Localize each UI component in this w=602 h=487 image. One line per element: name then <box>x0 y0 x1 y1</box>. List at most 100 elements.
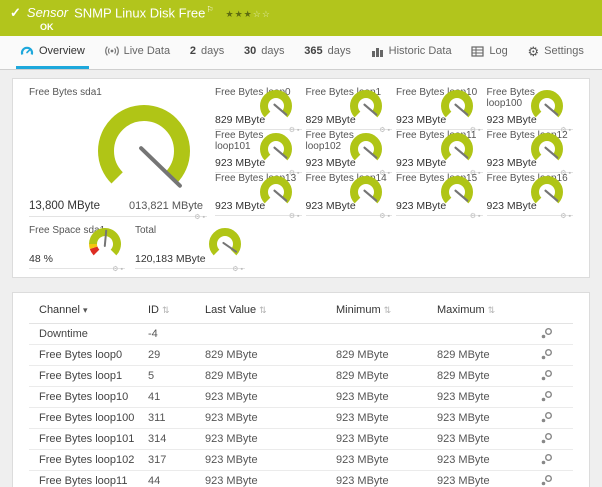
tile-gear-icon[interactable]: ⚙ <box>470 213 478 220</box>
priority-stars[interactable]: ★★★☆☆ <box>226 9 271 20</box>
gauge-tile-value: 923 MByte <box>305 200 356 212</box>
cell-minimum: 923 MByte <box>332 386 433 408</box>
table-row-loop101: Free Bytes loop101 314 923 MByte 923 MBy… <box>29 428 573 450</box>
tab-number: 2 <box>189 45 196 57</box>
tile-pin-icon[interactable]: ▪ <box>569 213 573 220</box>
channels-card: Channel ▾ ID ⇅ Last Value ⇅ Minimum ⇅ Maximu… <box>12 292 590 487</box>
tile-footer-icons: ⚙▪ <box>194 213 207 221</box>
gauge-tile-value: 923 MByte <box>215 200 266 212</box>
tab-label: Live Data <box>123 45 171 57</box>
table-row-loop0: Free Bytes loop0 29 829 MByte 829 MByte … <box>29 344 573 366</box>
column-header-minimum[interactable]: Minimum ⇅ <box>332 297 433 324</box>
cell-channel: Free Bytes loop0 <box>29 344 144 366</box>
column-header-last-value[interactable]: Last Value ⇅ <box>201 297 332 324</box>
gauge-tile-value: 923 MByte <box>215 157 266 169</box>
stars-filled-icon[interactable]: ★★★ <box>226 9 253 19</box>
gauge-tile-value: 829 MByte <box>215 114 266 126</box>
log-table-icon <box>471 45 484 57</box>
channel-settings-icon[interactable] <box>540 474 553 487</box>
cell-minimum <box>332 323 433 345</box>
channel-settings-icon[interactable] <box>540 453 553 466</box>
sort-icon: ⇅ <box>162 304 170 315</box>
channel-settings-icon[interactable] <box>540 348 553 361</box>
tab-log[interactable]: Log <box>467 36 511 69</box>
gauge-tile-loop15: Free Bytes loop15 923 MByte ⚙▪ <box>396 173 483 220</box>
tile-gear-icon[interactable]: ⚙ <box>379 213 387 220</box>
tile-pin-icon[interactable]: ▪ <box>297 213 301 220</box>
tile-pin-icon[interactable]: ▪ <box>241 266 245 273</box>
cell-maximum: 829 MByte <box>433 344 536 366</box>
gauge-tile-value: 48 % <box>29 253 53 265</box>
gauge-tile-loop11: Free Bytes loop11 923 MByte ⚙▪ <box>396 130 483 177</box>
gauge-tile-value: 13,800 MByte <box>29 200 100 212</box>
channel-settings-icon[interactable] <box>540 327 553 340</box>
tile-gear-icon[interactable]: ⚙ <box>112 266 120 273</box>
tile-gear-icon[interactable]: ⚙ <box>194 214 202 221</box>
channel-settings-icon[interactable] <box>540 411 553 424</box>
tab-number: 30 <box>244 45 257 57</box>
tab-live-data[interactable]: Live Data <box>101 36 174 69</box>
gauge-tile-loop0: Free Bytes loop0 829 MByte ⚙▪ <box>215 87 302 134</box>
tile-footer-icons: ⚙▪ <box>379 212 392 220</box>
object-kind-label: Sensor <box>26 5 69 21</box>
table-row-downtime: Downtime -4 <box>29 323 573 345</box>
channel-settings-icon[interactable] <box>540 369 553 382</box>
tab-historic-data[interactable]: Historic Data <box>367 36 456 69</box>
mini-gauge-grid: Free Bytes loop0 829 MByte ⚙▪ Free Bytes… <box>215 87 573 220</box>
tile-pin-icon[interactable]: ▪ <box>203 214 207 221</box>
tab-settings[interactable]: ⚙ Settings <box>524 36 588 69</box>
gauge-tile-value: 923 MByte <box>305 157 356 169</box>
tile-footer-icons: ⚙▪ <box>470 212 483 220</box>
tile-footer-icons: ⚙▪ <box>112 265 125 273</box>
gauges-top-row: Free Bytes sda1 13,800 MByte 0 13,821 MB… <box>29 87 573 221</box>
sort-desc-icon: ▾ <box>82 304 88 315</box>
tile-gear-icon[interactable]: ⚙ <box>232 266 240 273</box>
cell-last-value: 923 MByte <box>201 449 332 471</box>
tab-label: Overview <box>39 45 85 57</box>
cell-maximum: 923 MByte <box>433 428 536 450</box>
cell-last-value: 923 MByte <box>201 428 332 450</box>
cell-channel: Free Bytes loop1 <box>29 365 144 387</box>
status-check-icon: ✓ <box>10 5 21 21</box>
tile-pin-icon[interactable]: ▪ <box>478 213 482 220</box>
cell-channel: Downtime <box>29 323 144 345</box>
gauge-tile-free-space: Free Space sda1 48 % ⚙▪ <box>29 225 125 273</box>
tab-label: Settings <box>544 45 584 57</box>
sensor-status-bar: ✓ Sensor SNMP Linux Disk Free⚐ ★★★☆☆ OK <box>0 0 602 36</box>
tile-gear-icon[interactable]: ⚙ <box>560 213 568 220</box>
gauge-tile-loop16: Free Bytes loop16 923 MByte ⚙▪ <box>486 173 573 220</box>
gauge-tile-value: 923 MByte <box>486 114 537 126</box>
tile-gear-icon[interactable]: ⚙ <box>289 213 297 220</box>
tile-pin-icon[interactable]: ▪ <box>388 213 392 220</box>
tab-365-days[interactable]: 365 days <box>300 36 355 69</box>
table-row-loop100: Free Bytes loop100 311 923 MByte 923 MBy… <box>29 407 573 429</box>
cell-channel: Free Bytes loop102 <box>29 449 144 471</box>
tile-footer-icons: ⚙▪ <box>560 212 573 220</box>
cell-last-value <box>201 323 332 345</box>
stars-empty-icon[interactable]: ☆☆ <box>253 9 271 19</box>
cell-minimum: 829 MByte <box>332 365 433 387</box>
tab-bar: Overview Live Data 2 days 30 days 365 da… <box>0 36 602 70</box>
tab-30-days[interactable]: 30 days <box>240 36 289 69</box>
gauge-tile-value: 923 MByte <box>396 200 447 212</box>
tab-overview[interactable]: Overview <box>16 36 89 69</box>
gauge-tile-loop101: Free Bytes loop101 923 MByte ⚙▪ <box>215 130 302 177</box>
table-row-loop1: Free Bytes loop1 5 829 MByte 829 MByte 8… <box>29 365 573 387</box>
flag-icon[interactable]: ⚐ <box>206 5 213 14</box>
channel-settings-icon[interactable] <box>540 390 553 403</box>
column-header-maximum[interactable]: Maximum ⇅ <box>433 297 536 324</box>
tile-pin-icon[interactable]: ▪ <box>121 266 125 273</box>
cell-last-value: 923 MByte <box>201 470 332 487</box>
cell-id: 317 <box>144 449 201 471</box>
primary-gauge-scale: 13,800 MByte 0 13,821 MByte <box>29 198 207 212</box>
cell-channel: Free Bytes loop101 <box>29 428 144 450</box>
column-header-channel[interactable]: Channel ▾ <box>29 297 144 324</box>
tile-footer-icons: ⚙▪ <box>289 212 302 220</box>
cell-channel: Free Bytes loop100 <box>29 407 144 429</box>
column-header-id[interactable]: ID ⇅ <box>144 297 201 324</box>
table-header-row: Channel ▾ ID ⇅ Last Value ⇅ Minimum ⇅ Maximu… <box>29 297 573 324</box>
tab-2-days[interactable]: 2 days <box>186 36 228 69</box>
channel-settings-icon[interactable] <box>540 432 553 445</box>
gauge-tile-value: 829 MByte <box>305 114 356 126</box>
gauge-tile-total: Total 120,183 MByte ⚙▪ <box>135 225 245 273</box>
